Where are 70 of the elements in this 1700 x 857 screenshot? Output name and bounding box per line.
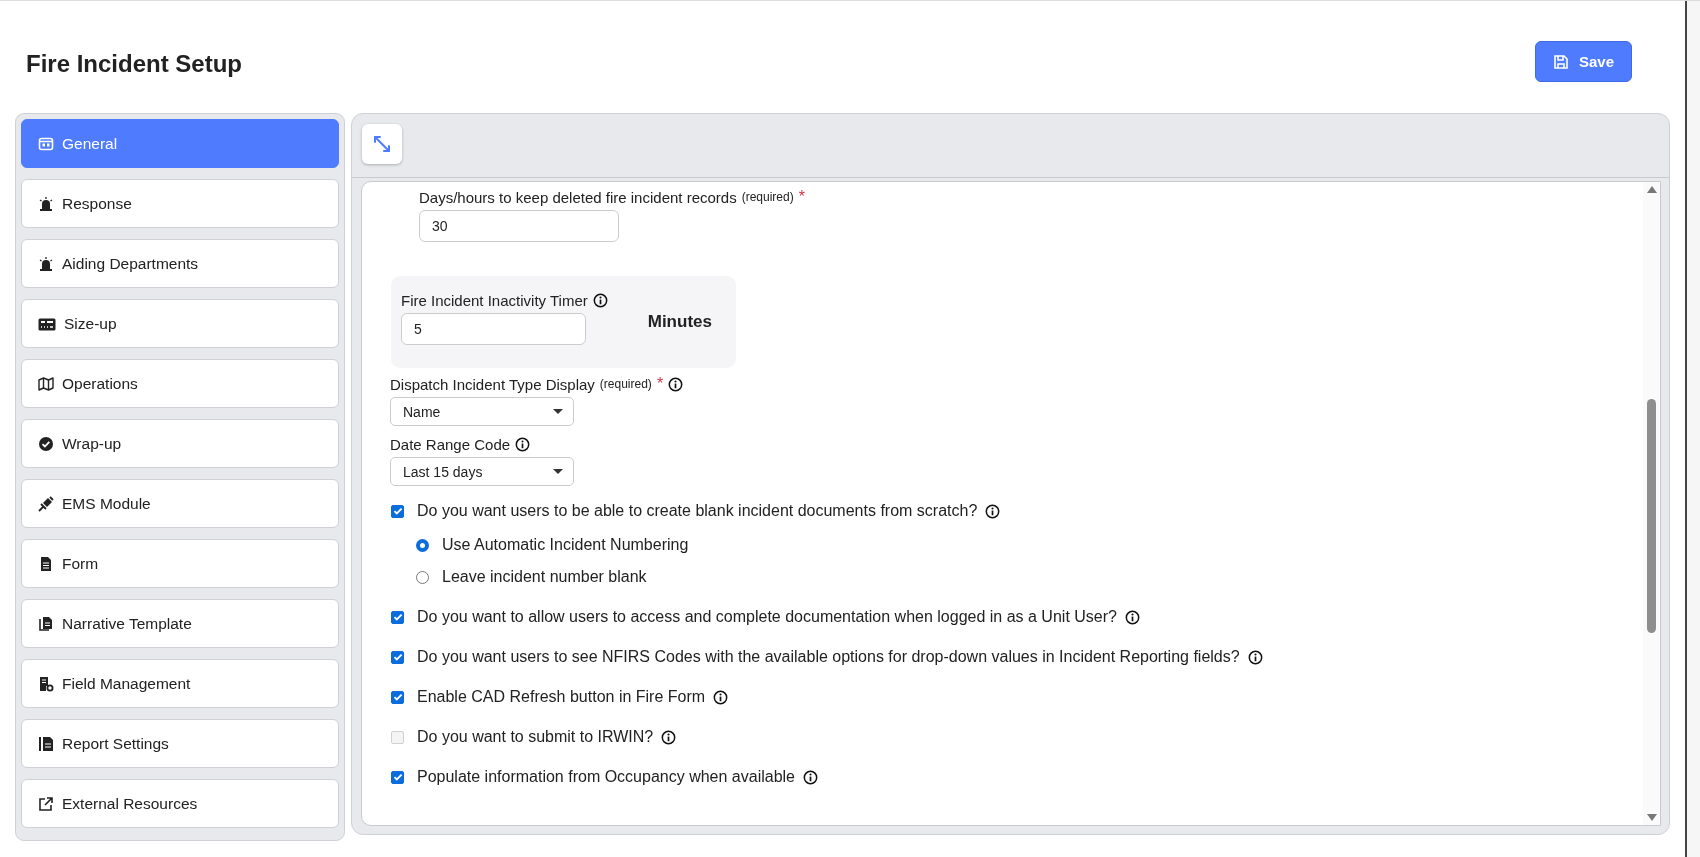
field-label: Date Range Code xyxy=(390,436,511,453)
option-label: Do you want users to be able to create blank incident documents from scratch? xyxy=(417,502,978,520)
info-icon[interactable] xyxy=(668,376,684,392)
option-label: Populate information from Occupancy when available xyxy=(417,768,795,786)
required-mark: * xyxy=(656,375,664,393)
page-title: Fire Incident Setup xyxy=(26,50,243,78)
sidebar-item[interactable]: Form xyxy=(21,539,339,588)
sidebar-item[interactable]: Response xyxy=(21,179,339,228)
option-label: Do you want to allow users to access and complete documentation when logged in as a Unit User? xyxy=(417,608,1117,626)
unit-label: Minutes xyxy=(647,312,712,332)
expand-button[interactable] xyxy=(362,124,402,164)
check-circle-icon xyxy=(38,435,54,452)
checkbox[interactable] xyxy=(391,504,404,518)
sidebar-item[interactable]: External Resources xyxy=(21,779,339,828)
scroll-down-icon[interactable] xyxy=(1646,814,1657,821)
scrollbar-thumb[interactable] xyxy=(1647,398,1656,633)
info-icon[interactable] xyxy=(985,503,1001,519)
syringe-icon xyxy=(38,495,54,512)
caret-icon xyxy=(553,468,563,475)
report-icon xyxy=(38,735,54,752)
scrollbar[interactable] xyxy=(1643,182,1660,825)
input-field[interactable]: 30 xyxy=(419,210,619,242)
info-icon[interactable] xyxy=(515,437,531,452)
document-icon xyxy=(38,555,54,572)
siren-icon xyxy=(38,255,54,272)
option-label: Do you want to submit to IRWIN? xyxy=(417,728,654,746)
sidebar-item[interactable]: Operations xyxy=(21,359,339,408)
checkbox[interactable] xyxy=(391,690,404,704)
sidebar-item[interactable]: Report Settings xyxy=(21,719,339,768)
option-label: Do you want users to see NFIRS Codes with the available options for drop-down values in Incident Reporting fields? xyxy=(417,648,1240,666)
info-icon[interactable] xyxy=(713,689,729,705)
radio-button[interactable] xyxy=(416,570,429,584)
checkbox[interactable] xyxy=(391,770,404,784)
sidebar-item[interactable]: General xyxy=(21,119,339,168)
window-icon xyxy=(38,135,54,152)
external-link-icon xyxy=(38,795,54,812)
field-label: Dispatch Incident Type Display xyxy=(390,375,595,393)
required-note: (required) xyxy=(741,190,794,204)
info-icon[interactable] xyxy=(592,292,608,308)
sidebar-item[interactable]: EMS Module xyxy=(21,479,339,528)
sidebar-item[interactable]: Wrap-up xyxy=(21,419,339,468)
radio-label: Leave incident number blank xyxy=(442,568,647,586)
checkbox[interactable] xyxy=(391,610,404,624)
radio-button[interactable] xyxy=(416,538,429,552)
radio-label: Use Automatic Incident Numbering xyxy=(442,536,689,554)
save-button[interactable]: Save xyxy=(1534,41,1632,82)
info-icon[interactable] xyxy=(1124,609,1140,625)
option-label: Enable CAD Refresh button in Fire Form xyxy=(417,688,706,706)
input-field[interactable]: 5 xyxy=(401,312,586,345)
copy-document-icon xyxy=(38,615,54,632)
siren-icon xyxy=(38,195,54,212)
caret-icon xyxy=(553,408,563,415)
document-gear-icon xyxy=(38,675,54,692)
info-icon[interactable] xyxy=(803,769,818,785)
map-icon xyxy=(38,375,54,392)
sidebar-item[interactable]: Narrative Template xyxy=(21,599,339,648)
dropdown[interactable]: Last 15 days xyxy=(390,457,574,486)
scroll-up-icon[interactable] xyxy=(1646,186,1657,193)
dropdown[interactable]: Name xyxy=(390,397,574,426)
required-note: (required) xyxy=(599,377,652,391)
field-label: Fire Incident Inactivity Timer xyxy=(401,291,588,309)
field-label: Days/hours to keep deleted fire incident records xyxy=(419,188,737,206)
sidebar-item[interactable]: Field Management xyxy=(21,659,339,708)
checkbox[interactable] xyxy=(391,650,404,664)
info-icon[interactable] xyxy=(661,729,677,745)
sidebar-item[interactable]: Aiding Departments xyxy=(21,239,339,288)
info-icon[interactable] xyxy=(1247,649,1263,665)
sidebar-item[interactable]: Size-up xyxy=(21,299,339,348)
expand-icon xyxy=(372,134,392,154)
required-mark: * xyxy=(798,188,805,206)
